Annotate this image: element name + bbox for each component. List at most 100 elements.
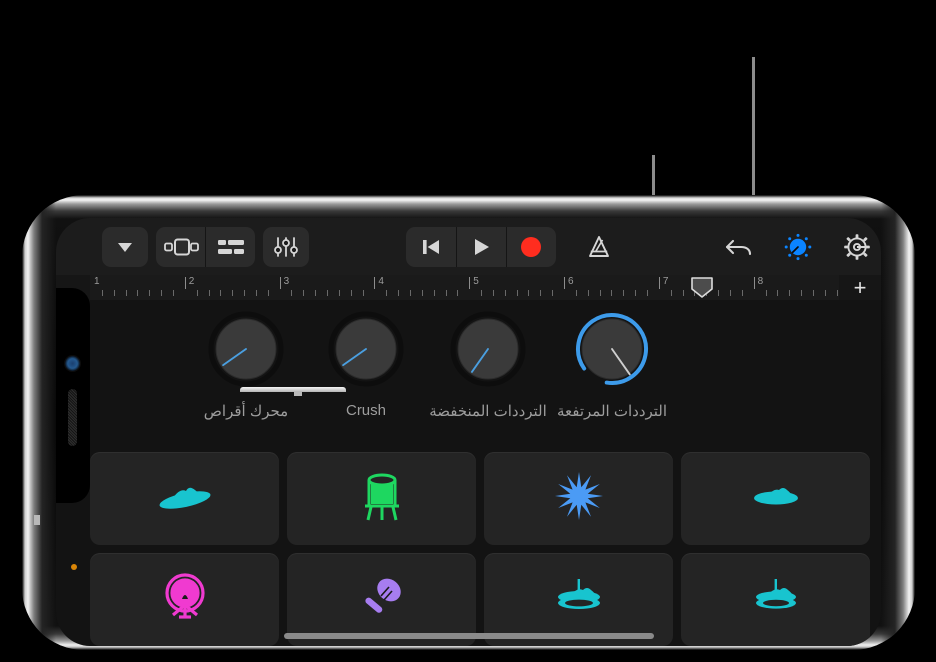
playhead-marker[interactable] xyxy=(690,277,713,298)
ruler-tick xyxy=(481,290,483,296)
ruler-tick xyxy=(457,290,459,296)
power-button[interactable] xyxy=(240,387,346,392)
ruler-tick xyxy=(267,290,269,296)
play-icon xyxy=(475,238,490,255)
ruler-tick xyxy=(232,290,234,296)
knob-dial-low[interactable] xyxy=(449,310,527,388)
record-button[interactable] xyxy=(507,227,556,267)
ruler-bar-line xyxy=(469,277,471,289)
front-camera-icon xyxy=(65,356,80,371)
app-toolbar xyxy=(56,218,881,275)
knob-dial-drive[interactable] xyxy=(207,310,285,388)
knob-label-high: الترددات المرتفعة xyxy=(556,403,668,420)
ruler-tick xyxy=(647,290,648,296)
clap-burst-icon xyxy=(554,471,604,526)
ruler-tick xyxy=(220,290,222,296)
ruler-bar-label: 3 xyxy=(283,276,290,287)
drum-pad-8[interactable] xyxy=(681,553,870,646)
display-notch xyxy=(56,288,90,570)
ruler-tick xyxy=(208,290,210,296)
hihat-closed-icon xyxy=(750,577,802,622)
rewind-button[interactable] xyxy=(406,227,455,267)
drum-pads-grid xyxy=(90,452,870,646)
ruler-bar-label: 7 xyxy=(662,276,669,287)
mixer-button[interactable] xyxy=(263,226,310,267)
ruler-tick xyxy=(777,290,779,296)
add-section-button[interactable]: + xyxy=(845,276,875,300)
floor-tom-icon xyxy=(360,470,404,527)
earpiece-speaker xyxy=(68,389,77,446)
knob-graphic-high xyxy=(576,313,648,385)
metronome-button[interactable] xyxy=(576,227,621,267)
undo-arrow-icon xyxy=(725,239,751,255)
ruler-tick xyxy=(172,290,174,296)
ruler-tick xyxy=(528,290,530,296)
drum-pad-5[interactable] xyxy=(90,553,279,646)
ruler-bar-label: 5 xyxy=(473,276,479,287)
settings-button[interactable] xyxy=(834,227,881,267)
ruler-tick xyxy=(682,290,684,296)
tracks-view-button[interactable] xyxy=(156,227,205,267)
ruler-tick xyxy=(492,290,494,296)
ruler-track[interactable]: 1 2 3 4 5 6 7 8 xyxy=(90,275,839,300)
ruler-tick xyxy=(801,290,803,296)
antenna-band-top xyxy=(294,391,302,396)
ruler-tick xyxy=(409,290,411,296)
drum-pad-3[interactable] xyxy=(484,452,673,545)
ruler-bar-label: 8 xyxy=(757,276,764,287)
track-list-button[interactable] xyxy=(206,227,255,267)
ruler-tick xyxy=(161,290,163,296)
browser-button[interactable] xyxy=(102,226,148,267)
ruler-tick xyxy=(635,290,637,296)
maraca-icon xyxy=(358,573,406,626)
ruler-tick xyxy=(623,290,625,296)
instrument-view-icon xyxy=(163,238,199,255)
ruler-tick xyxy=(836,290,838,296)
ruler-tick xyxy=(291,290,293,296)
antenna-band-left xyxy=(34,515,40,525)
ruler-tick xyxy=(718,290,720,296)
ruler-bar-label: 1 xyxy=(94,276,100,287)
ruler-tick xyxy=(504,290,506,296)
play-button[interactable] xyxy=(457,227,506,267)
knob-dial-crush[interactable] xyxy=(327,310,405,388)
ruler-tick xyxy=(599,290,601,296)
ruler-tick xyxy=(765,290,767,296)
playhead-icon xyxy=(690,277,713,298)
knob-dial-high[interactable] xyxy=(573,310,651,388)
ruler-bar-line xyxy=(279,277,281,289)
ruler-tick xyxy=(125,290,127,296)
screenshot-root: 12345678 + محرك أقراص Crush الترددات الم… xyxy=(0,0,936,662)
fx-knob-high[interactable]: الترددات المرتفعة xyxy=(537,310,687,420)
fx-controls-button[interactable] xyxy=(775,227,822,267)
triangle-down-icon xyxy=(118,242,132,252)
drum-pad-1[interactable] xyxy=(90,452,279,545)
ride-cymbal-icon xyxy=(750,483,802,514)
ruler-tick xyxy=(113,290,115,296)
ruler-tick xyxy=(149,290,151,296)
gear-icon xyxy=(844,233,871,260)
crash-cymbal-icon xyxy=(156,476,214,521)
ruler-tick xyxy=(670,290,672,296)
ruler-tick xyxy=(516,290,518,296)
ruler-tick xyxy=(398,290,400,296)
home-indicator[interactable] xyxy=(284,633,654,639)
ruler-tick xyxy=(303,290,305,296)
ruler-tick xyxy=(729,290,731,296)
ruler-bar-line xyxy=(564,277,566,289)
drum-pad-2[interactable] xyxy=(287,452,476,545)
status-indicator-dot xyxy=(71,564,77,570)
ruler-tick xyxy=(741,290,743,296)
ruler-bar-line xyxy=(374,277,376,289)
ruler-bar-line xyxy=(753,277,755,289)
rewind-icon xyxy=(423,239,439,254)
transport-controls xyxy=(406,226,556,267)
ruler-tick xyxy=(587,290,589,296)
timeline-ruler[interactable]: 1 2 3 4 5 6 7 8 + xyxy=(56,275,881,300)
knob-graphic-crush xyxy=(328,311,404,387)
ruler-tick xyxy=(362,290,364,296)
ruler-bar-label: 6 xyxy=(568,276,574,287)
ruler-tick xyxy=(101,290,103,296)
undo-button[interactable] xyxy=(715,227,762,267)
drum-pad-4[interactable] xyxy=(681,452,870,545)
